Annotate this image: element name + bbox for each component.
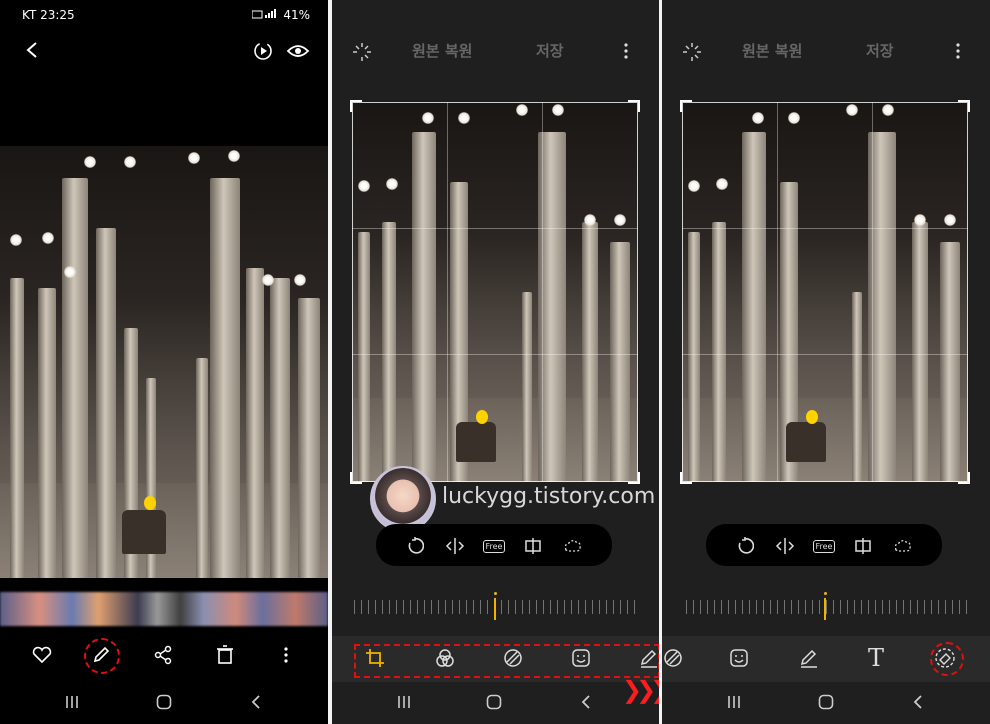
auto-enhance-icon[interactable] — [350, 40, 374, 64]
lasso-icon[interactable] — [892, 535, 914, 557]
back-nav-icon[interactable] — [908, 692, 928, 712]
text-tool-icon[interactable]: T — [864, 644, 888, 672]
recent-apps-icon[interactable] — [724, 692, 744, 712]
rotate-icon[interactable] — [404, 535, 426, 557]
free-ratio-label: Free — [482, 539, 506, 553]
battery-percent: 41% — [283, 8, 310, 22]
nav-bar — [332, 678, 659, 724]
crop-frame[interactable] — [682, 102, 968, 482]
ruler-dot — [824, 592, 827, 595]
draw-icon[interactable] — [798, 647, 820, 669]
perspective-icon[interactable] — [522, 535, 544, 557]
save-button[interactable]: 저장 — [866, 40, 894, 61]
gallery-viewer-panel: KT 23:25 41% — [0, 0, 328, 724]
editor-crop-panel: 원본 복원 저장 luckygg.tistory.com Free ❯❯ — [332, 0, 659, 724]
rotate-icon[interactable] — [734, 535, 756, 557]
flip-icon[interactable] — [774, 535, 796, 557]
crop-corner-handle[interactable] — [680, 100, 692, 112]
crop-corner-handle[interactable] — [958, 100, 970, 112]
more-options-icon[interactable] — [276, 642, 296, 668]
tone-icon[interactable] — [662, 647, 684, 669]
crop-corner-handle[interactable] — [350, 472, 362, 484]
highlight-toolbar-box — [354, 644, 659, 678]
seated-person — [122, 510, 166, 554]
thumbnail-strip[interactable] — [0, 592, 328, 626]
crop-corner-handle[interactable] — [628, 472, 640, 484]
carrier-time: KT 23:25 — [22, 8, 75, 22]
home-icon[interactable] — [154, 692, 174, 712]
highlight-eraser-circle — [930, 642, 964, 676]
battery-status: 41% — [251, 8, 310, 22]
nav-bar — [0, 678, 328, 724]
crop-corner-handle[interactable] — [628, 100, 640, 112]
rotation-ruler[interactable] — [354, 600, 638, 614]
free-ratio-icon[interactable]: Free — [482, 535, 506, 557]
heart-icon[interactable] — [28, 642, 56, 668]
free-ratio-label: Free — [812, 539, 836, 553]
auto-enhance-icon[interactable] — [680, 40, 704, 64]
free-ratio-icon[interactable]: Free — [812, 535, 836, 557]
back-nav-icon[interactable] — [246, 692, 266, 712]
ruler-indicator — [494, 598, 496, 620]
scroll-right-arrows: ❯❯❯ — [622, 676, 659, 704]
crop-corner-handle[interactable] — [680, 472, 692, 484]
ruler-indicator — [824, 598, 826, 620]
blurred-face — [144, 496, 156, 510]
recent-apps-icon[interactable] — [62, 692, 82, 712]
home-icon[interactable] — [816, 692, 836, 712]
home-icon[interactable] — [484, 692, 504, 712]
revert-button[interactable]: 원본 복원 — [742, 40, 802, 61]
watermark-avatar — [370, 466, 436, 532]
highlight-edit-circle — [84, 638, 120, 674]
nav-bar — [662, 678, 990, 724]
crop-frame[interactable] — [352, 102, 638, 482]
crop-corner-handle[interactable] — [350, 100, 362, 112]
more-options-icon[interactable] — [618, 40, 634, 62]
lasso-icon[interactable] — [562, 535, 584, 557]
back-nav-icon[interactable] — [576, 692, 596, 712]
more-options-icon[interactable] — [950, 40, 966, 62]
crop-corner-handle[interactable] — [958, 472, 970, 484]
watermark-text: luckygg.tistory.com — [442, 484, 656, 509]
crop-tools-pill: Free — [706, 524, 942, 566]
eye-icon[interactable] — [284, 38, 312, 64]
main-photo[interactable] — [0, 146, 328, 578]
signal-icon — [251, 9, 276, 19]
share-icon[interactable] — [150, 642, 176, 668]
perspective-icon[interactable] — [852, 535, 874, 557]
motion-photo-icon[interactable] — [250, 38, 276, 64]
flip-icon[interactable] — [444, 535, 466, 557]
save-button[interactable]: 저장 — [536, 40, 564, 61]
status-bar: KT 23:25 41% — [22, 8, 310, 22]
ruler-dot — [494, 592, 497, 595]
recent-apps-icon[interactable] — [394, 692, 414, 712]
crop-tools-pill: Free — [376, 524, 612, 566]
rotation-ruler[interactable] — [686, 600, 970, 614]
editor-scrolled-panel: 원본 복원 저장 Free T — [662, 0, 990, 724]
trash-icon[interactable] — [212, 642, 238, 668]
back-icon[interactable] — [20, 38, 44, 62]
sticker-icon[interactable] — [728, 647, 750, 669]
revert-button[interactable]: 원본 복원 — [412, 40, 472, 61]
